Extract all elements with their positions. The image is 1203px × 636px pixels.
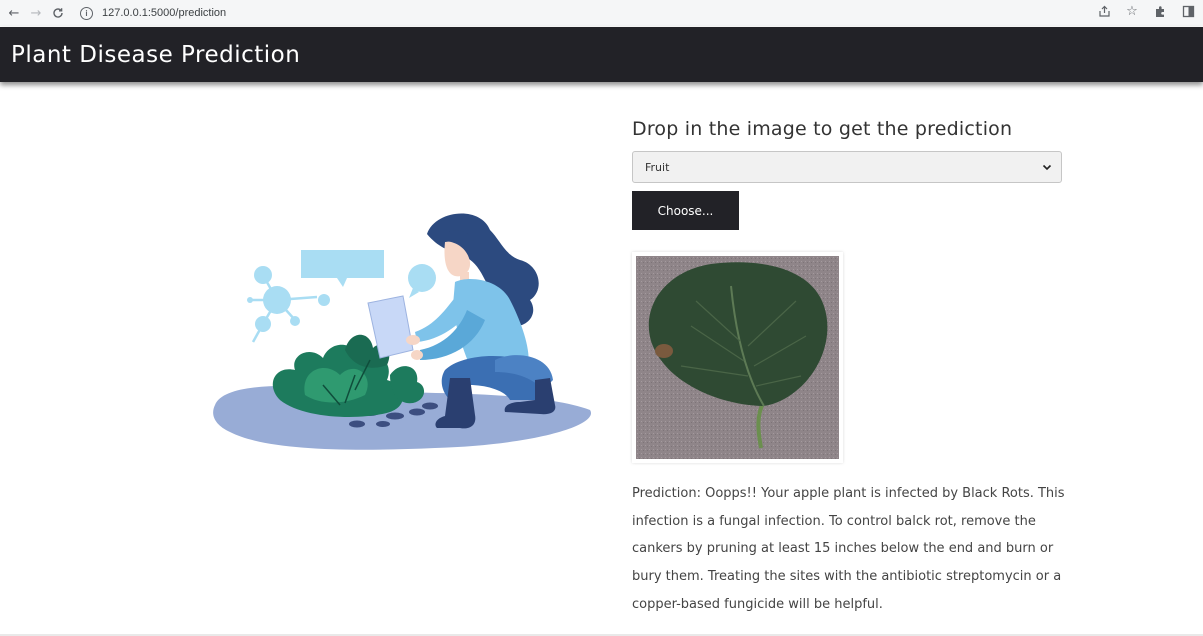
app-header: Plant Disease Prediction bbox=[0, 27, 1203, 82]
forward-arrow-icon[interactable]: → bbox=[28, 5, 44, 21]
address-bar[interactable]: i 127.0.0.1:5000/prediction bbox=[80, 2, 1160, 24]
star-icon[interactable]: ☆ bbox=[1125, 4, 1139, 19]
browser-toolbar: ← → i 127.0.0.1:5000/prediction ☆ bbox=[0, 0, 1203, 26]
chevron-down-icon bbox=[1042, 164, 1052, 171]
prediction-panel: Drop in the image to get the prediction … bbox=[632, 118, 1072, 612]
uploaded-image-preview bbox=[632, 252, 843, 463]
upload-heading: Drop in the image to get the prediction bbox=[632, 118, 1013, 140]
share-icon[interactable] bbox=[1097, 4, 1111, 18]
choose-file-button[interactable]: Choose... bbox=[632, 191, 739, 230]
prediction-result: Prediction: Oopps!! Your apple plant is … bbox=[632, 486, 1065, 612]
leaf-image bbox=[636, 256, 839, 459]
plant-type-select[interactable]: Fruit bbox=[632, 151, 1062, 183]
select-value: Fruit bbox=[645, 160, 670, 174]
back-arrow-icon[interactable]: ← bbox=[6, 5, 22, 21]
extensions-icon[interactable] bbox=[1153, 4, 1167, 18]
info-icon[interactable]: i bbox=[80, 6, 93, 20]
sidebar-icon[interactable] bbox=[1181, 4, 1195, 18]
url-text: 127.0.0.1:5000/prediction bbox=[102, 7, 227, 19]
app-title: Plant Disease Prediction bbox=[11, 41, 301, 68]
gardener-illustration bbox=[213, 213, 592, 450]
reload-icon[interactable] bbox=[50, 5, 66, 21]
